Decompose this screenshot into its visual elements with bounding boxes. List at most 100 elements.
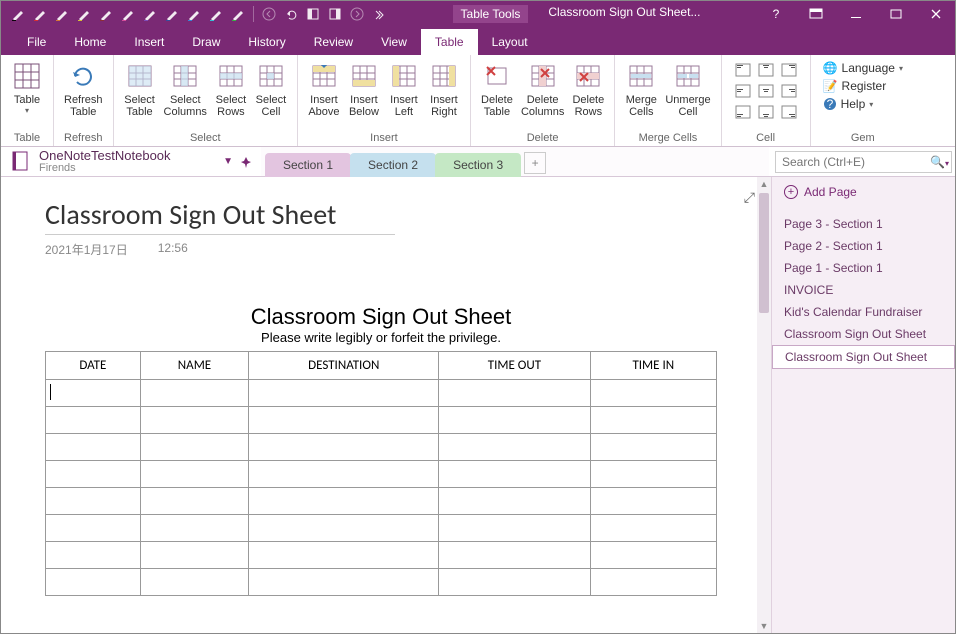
table-button[interactable]: Table ▾ — [7, 58, 47, 117]
section-tab[interactable]: Section 3 — [435, 153, 521, 177]
table-cell[interactable] — [249, 488, 439, 515]
pen-cyan-icon[interactable] — [205, 3, 227, 25]
table-cell[interactable] — [249, 461, 439, 488]
delete-table-button[interactable]: DeleteTable — [477, 58, 517, 120]
table-cell[interactable] — [590, 515, 716, 542]
align-bot-left-button[interactable] — [732, 102, 754, 122]
table-cell[interactable] — [46, 569, 141, 596]
pen-pink-icon[interactable] — [117, 3, 139, 25]
align-bot-right-button[interactable] — [778, 102, 800, 122]
insert-below-button[interactable]: InsertBelow — [344, 58, 384, 120]
pen-red-icon[interactable] — [29, 3, 51, 25]
table-cell[interactable] — [590, 488, 716, 515]
add-page-button[interactable]: + Add Page — [772, 177, 955, 207]
pen-orange-icon[interactable] — [51, 3, 73, 25]
table-cell[interactable] — [249, 515, 439, 542]
table-cell[interactable] — [46, 380, 141, 407]
menu-tab-history[interactable]: History — [234, 29, 299, 55]
align-top-center-button[interactable] — [755, 60, 777, 80]
dock-right-icon[interactable] — [324, 3, 346, 25]
select-cell-button[interactable]: SelectCell — [251, 58, 291, 120]
table-cell[interactable] — [46, 434, 141, 461]
column-header[interactable]: TIME OUT — [439, 352, 590, 380]
delete-rows-button[interactable]: DeleteRows — [568, 58, 608, 120]
table-cell[interactable] — [249, 542, 439, 569]
merge-cells-button[interactable]: MergeCells — [621, 58, 661, 120]
align-top-left-button[interactable] — [732, 60, 754, 80]
pen-blue-icon[interactable] — [183, 3, 205, 25]
table-cell[interactable] — [590, 461, 716, 488]
insert-right-button[interactable]: InsertRight — [424, 58, 464, 120]
table-cell[interactable] — [140, 461, 249, 488]
notebook-selector[interactable]: OneNoteTestNotebook Firends ▼ — [1, 147, 261, 177]
page-list-item[interactable]: Kid's Calendar Fundraiser — [772, 301, 955, 323]
column-header[interactable]: DESTINATION — [249, 352, 439, 380]
sign-out-table[interactable]: Classroom Sign Out SheetPlease write leg… — [45, 298, 717, 596]
add-section-button[interactable]: + — [524, 152, 546, 174]
menu-tab-table[interactable]: Table — [421, 29, 478, 55]
qat-more-icon[interactable] — [368, 3, 390, 25]
column-header[interactable]: NAME — [140, 352, 249, 380]
pen-navy-icon[interactable] — [161, 3, 183, 25]
section-tab[interactable]: Section 2 — [350, 153, 436, 177]
table-cell[interactable] — [140, 380, 249, 407]
page-list-item[interactable]: Page 3 - Section 1 — [772, 213, 955, 235]
table-cell[interactable] — [439, 407, 590, 434]
column-header[interactable]: DATE — [46, 352, 141, 380]
maximize-icon[interactable] — [883, 1, 909, 27]
refresh-table-button[interactable]: RefreshTable — [60, 58, 107, 120]
scroll-up-icon[interactable]: ▲ — [757, 177, 771, 191]
align-mid-right-button[interactable] — [778, 81, 800, 101]
table-cell[interactable] — [140, 515, 249, 542]
page-list-item[interactable]: Page 1 - Section 1 — [772, 257, 955, 279]
table-cell[interactable] — [140, 434, 249, 461]
page-list-item[interactable]: Classroom Sign Out Sheet — [772, 345, 955, 369]
help-icon[interactable]: ? — [763, 1, 789, 27]
language-button[interactable]: 🌐Language▾ — [821, 60, 905, 76]
menu-tab-view[interactable]: View — [367, 29, 421, 55]
delete-columns-button[interactable]: DeleteColumns — [517, 58, 568, 120]
select-table-button[interactable]: SelectTable — [120, 58, 160, 120]
table-cell[interactable] — [46, 515, 141, 542]
insert-left-button[interactable]: InsertLeft — [384, 58, 424, 120]
pen-purple-icon[interactable] — [139, 3, 161, 25]
menu-tab-home[interactable]: Home — [60, 29, 120, 55]
align-bot-center-button[interactable] — [755, 102, 777, 122]
table-cell[interactable] — [46, 461, 141, 488]
table-cell[interactable] — [46, 488, 141, 515]
table-cell[interactable] — [590, 407, 716, 434]
align-mid-center-button[interactable] — [755, 81, 777, 101]
pen-green-icon[interactable] — [227, 3, 249, 25]
insert-above-button[interactable]: InsertAbove — [304, 58, 344, 120]
page-title[interactable]: Classroom Sign Out Sheet — [45, 197, 727, 232]
table-cell[interactable] — [46, 542, 141, 569]
table-cell[interactable] — [439, 488, 590, 515]
vertical-scrollbar[interactable]: ▲ ▼ — [757, 177, 771, 633]
register-button[interactable]: 📝Register — [821, 78, 905, 94]
table-cell[interactable] — [140, 488, 249, 515]
table-cell[interactable] — [590, 569, 716, 596]
table-cell[interactable] — [439, 515, 590, 542]
dock-left-icon[interactable] — [302, 3, 324, 25]
table-cell[interactable] — [249, 407, 439, 434]
help-button[interactable]: ?Help▾ — [821, 96, 905, 112]
select-columns-button[interactable]: SelectColumns — [160, 58, 211, 120]
pen-yellow-icon[interactable] — [73, 3, 95, 25]
back-icon[interactable] — [258, 3, 280, 25]
search-input[interactable] — [775, 151, 952, 173]
unmerge-cell-button[interactable]: UnmergeCell — [661, 58, 714, 120]
align-top-right-button[interactable] — [778, 60, 800, 80]
minimize-icon[interactable] — [843, 1, 869, 27]
page-list-item[interactable]: Page 2 - Section 1 — [772, 235, 955, 257]
scroll-down-icon[interactable]: ▼ — [757, 619, 771, 633]
table-cell[interactable] — [140, 542, 249, 569]
table-cell[interactable] — [249, 569, 439, 596]
select-rows-button[interactable]: SelectRows — [211, 58, 251, 120]
page-list-item[interactable]: Classroom Sign Out Sheet — [772, 323, 955, 345]
menu-tab-draw[interactable]: Draw — [178, 29, 234, 55]
scroll-thumb[interactable] — [759, 193, 769, 313]
table-cell[interactable] — [249, 434, 439, 461]
table-cell[interactable] — [46, 407, 141, 434]
table-cell[interactable] — [140, 407, 249, 434]
table-cell[interactable] — [439, 461, 590, 488]
